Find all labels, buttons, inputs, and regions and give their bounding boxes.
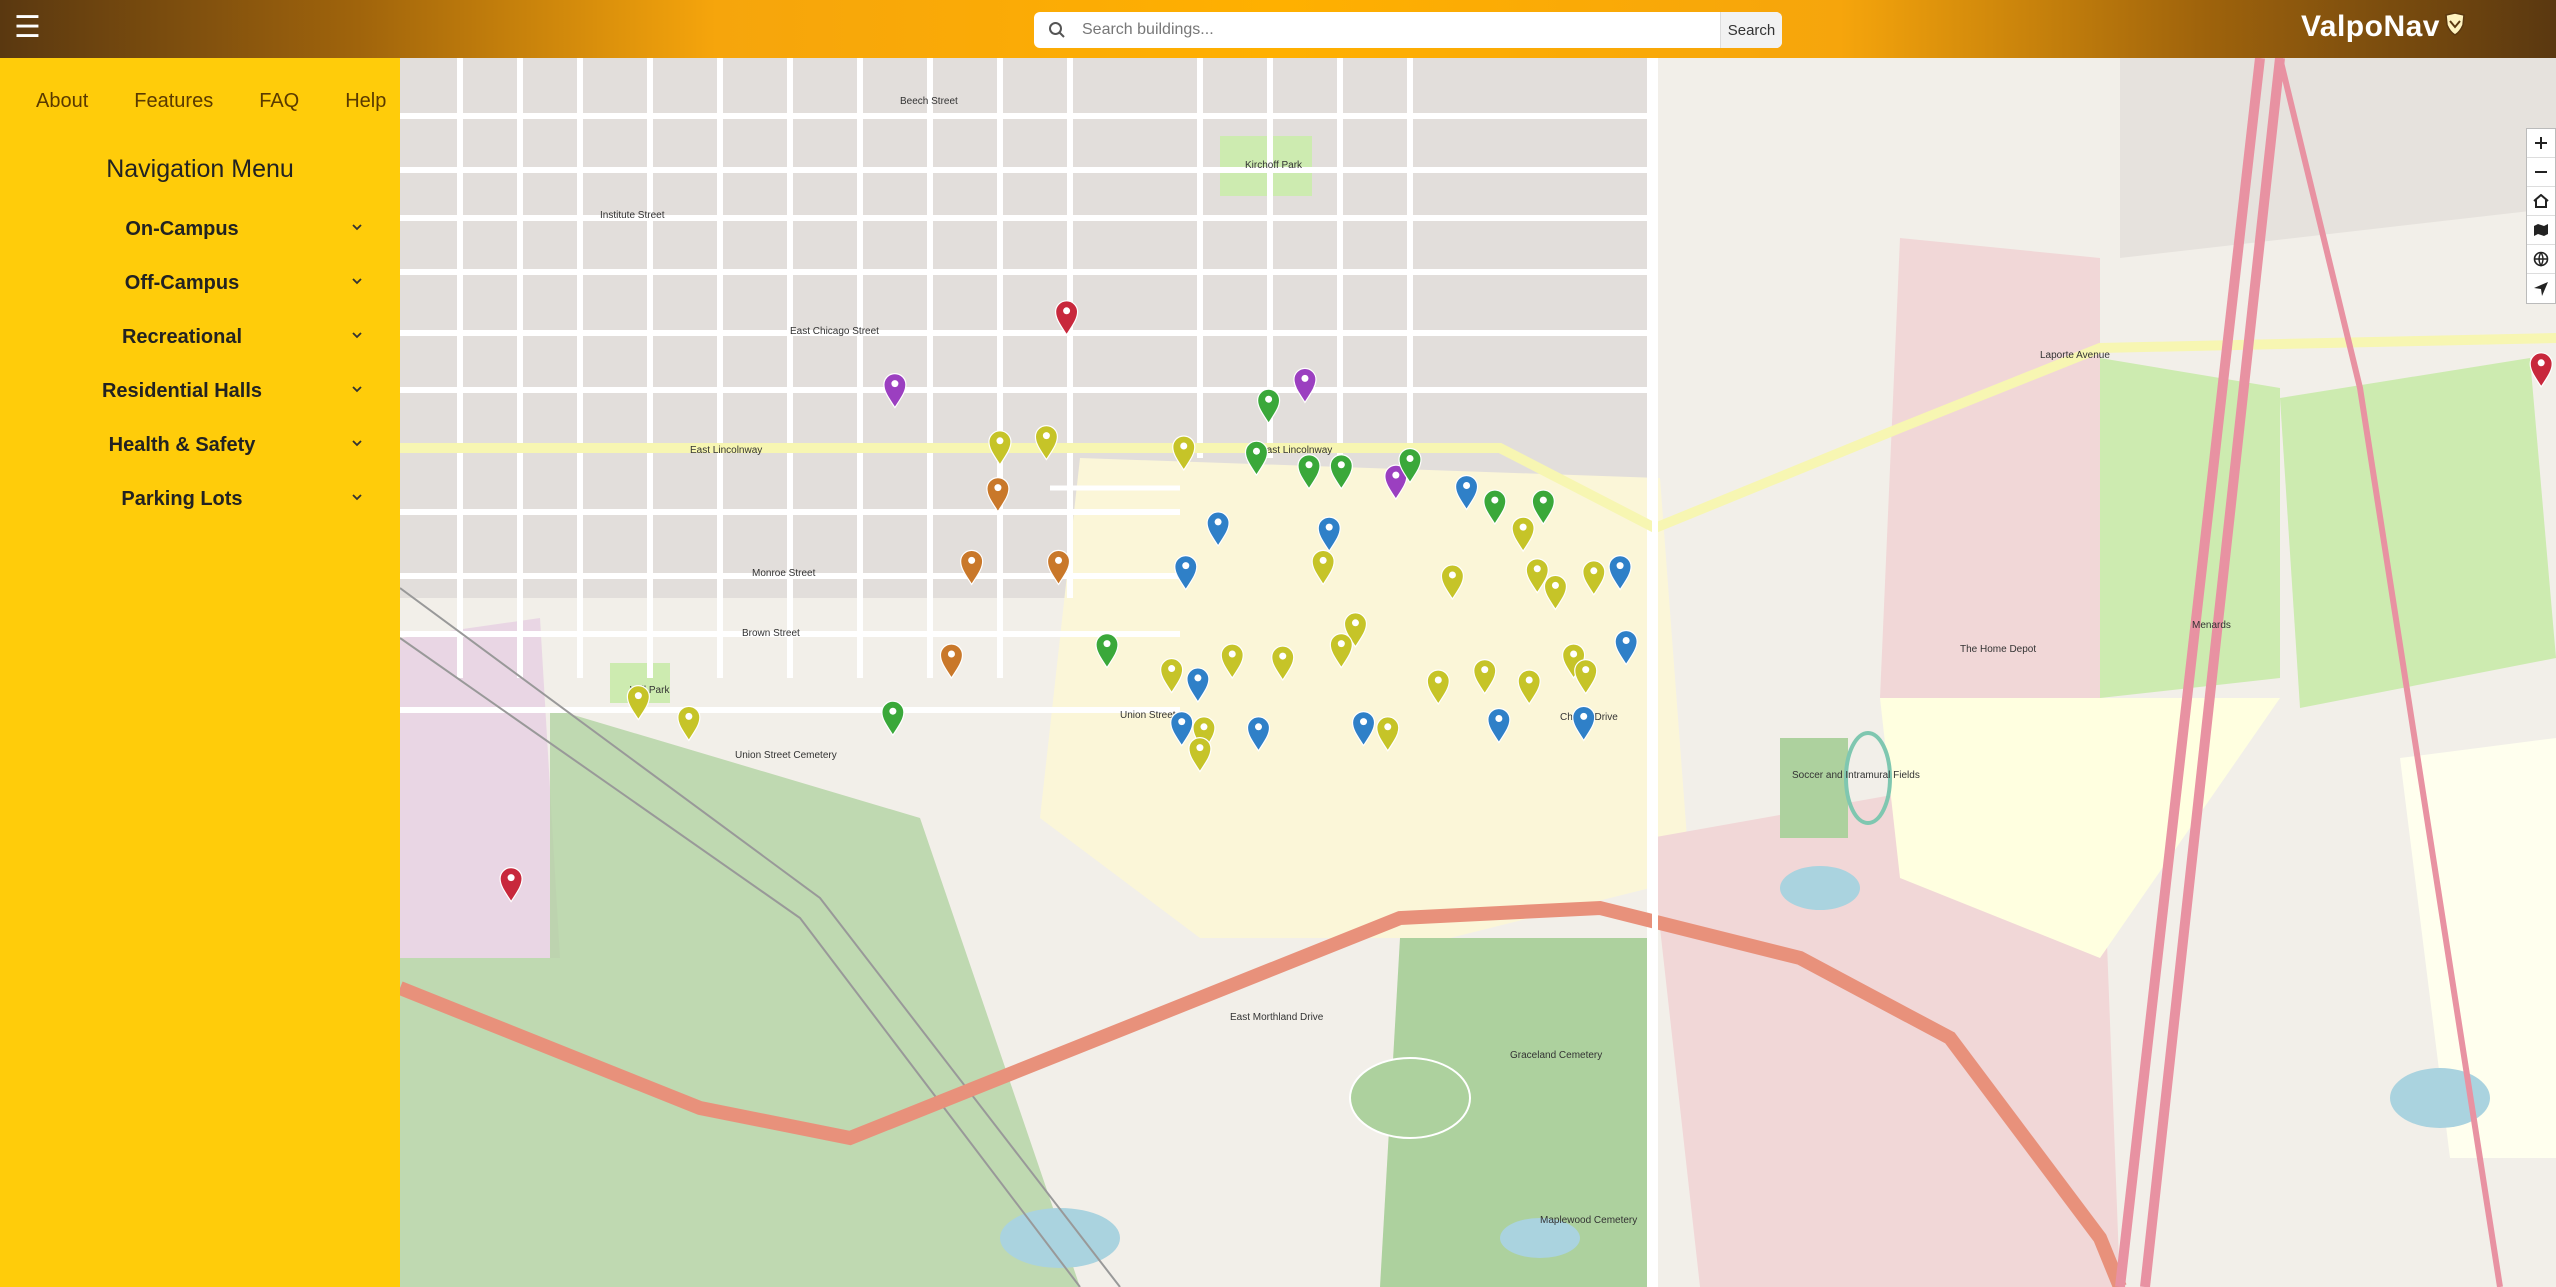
map-label: East Morthland Drive [1230,1012,1324,1023]
menu-item-on-campus[interactable]: On-Campus [0,202,364,256]
hamburger-icon[interactable]: ☰ [14,12,44,44]
zoom-out-icon[interactable] [2527,158,2555,187]
zoom-in-icon[interactable] [2527,129,2555,158]
navigation-menu: On-Campus Off-Campus Recreational Reside… [0,202,400,526]
search-bar: Search [1034,12,1782,48]
locate-icon[interactable] [2527,274,2555,303]
shield-icon [2444,10,2466,44]
map-view[interactable]: East Lincolnway East Lincolnway Laporte … [400,58,2556,1287]
chevron-down-icon [352,278,362,285]
sidebar-top-nav: About Features FAQ Help [0,58,400,113]
map-label: Maplewood Cemetery [1540,1215,1637,1226]
brand: ValpoNav [2301,10,2466,44]
map-label: East Chicago Street [790,326,879,337]
help-link[interactable]: Help [345,90,386,113]
home-icon[interactable] [2527,187,2555,216]
menu-item-label: Parking Lots [121,487,243,510]
map-label: The Home Depot [1960,644,2036,655]
features-link[interactable]: Features [134,90,213,113]
map-label: Union Street [1120,710,1176,721]
search-input[interactable] [1080,12,1720,48]
map-label: Laporte Avenue [2040,350,2110,361]
menu-item-label: Health & Safety [108,433,256,456]
map-layers-icon[interactable] [2527,216,2555,245]
map-label: Monroe Street [752,568,816,579]
map-label: Union Street Cemetery [735,750,837,761]
menu-item-health-safety[interactable]: Health & Safety [0,418,364,472]
search-button[interactable]: Search [1720,12,1782,48]
map-label: East Lincolnway [690,445,762,456]
chevron-down-icon [352,440,362,447]
map-controls [2526,128,2556,304]
map-label: East Lincolnway [1260,445,1332,456]
search-icon [1034,12,1080,48]
map-label: Menards [2192,620,2231,631]
menu-item-label: On-Campus [125,217,239,240]
menu-item-off-campus[interactable]: Off-Campus [0,256,364,310]
chevron-down-icon [352,386,362,393]
chevron-down-icon [352,224,362,231]
chevron-down-icon [352,332,362,339]
sidebar: About Features FAQ Help Navigation Menu … [0,58,400,1287]
menu-item-label: Residential Halls [101,379,263,402]
map-canvas: East Lincolnway East Lincolnway Laporte … [400,58,2556,1287]
menu-item-label: Off-Campus [124,271,240,294]
brand-name: ValpoNav [2300,10,2440,43]
map-label: Soccer and Intramural Fields [1792,770,1920,781]
navigation-menu-title: Navigation Menu [106,155,294,183]
campus-area [1040,458,1690,938]
globe-icon[interactable] [2527,245,2555,274]
map-label: Kirchoff Park [1245,160,1303,171]
top-bar: ☰ Search ValpoNav [0,0,2556,58]
menu-item-recreational[interactable]: Recreational [0,310,364,364]
about-link[interactable]: About [36,90,88,113]
faq-link[interactable]: FAQ [259,90,299,113]
map-label: Brown Street [742,628,800,639]
chevron-down-icon [352,494,362,501]
menu-item-residential-halls[interactable]: Residential Halls [0,364,364,418]
map-label: Beech Street [900,96,958,107]
map-label: Institute Street [600,210,665,221]
menu-item-label: Recreational [121,325,243,348]
map-label: Graceland Cemetery [1510,1050,1602,1061]
menu-item-parking-lots[interactable]: Parking Lots [0,472,364,526]
